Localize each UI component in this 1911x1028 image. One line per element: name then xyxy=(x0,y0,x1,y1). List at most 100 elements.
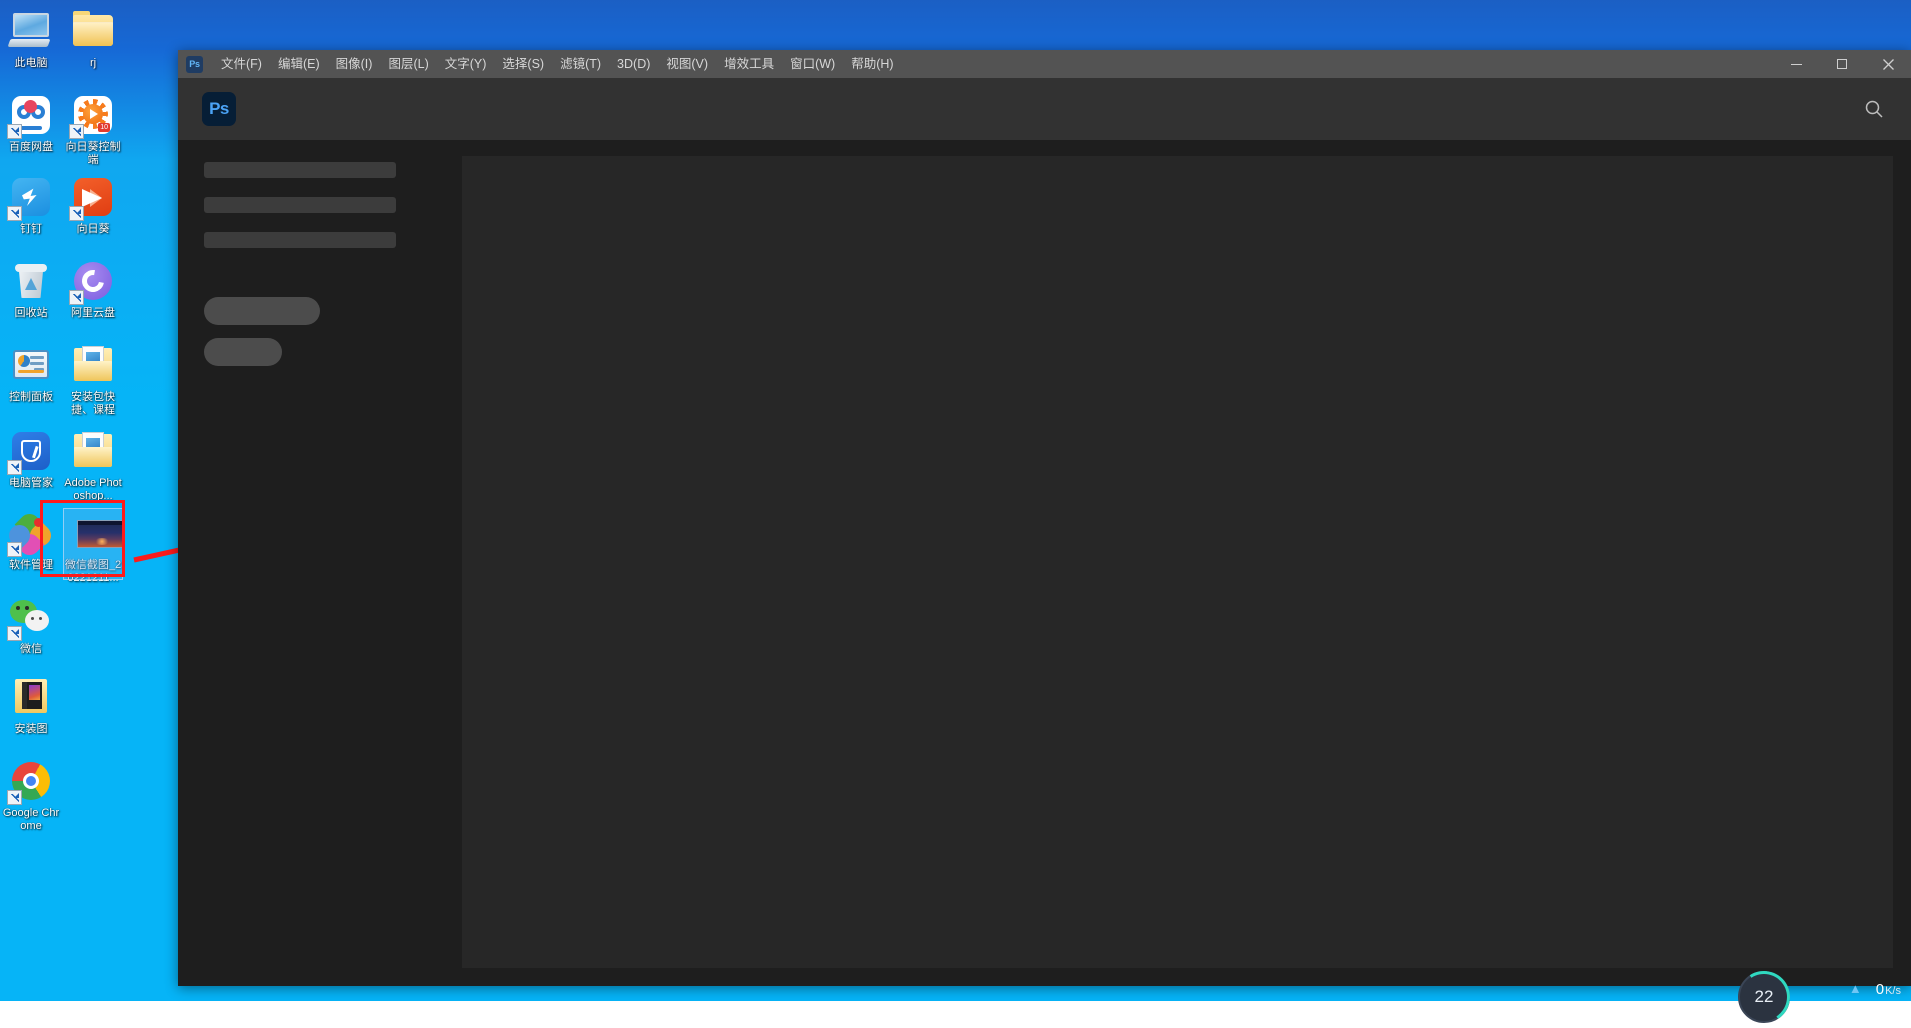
desktop-icon-wechat[interactable]: 微信 xyxy=(0,594,62,656)
baidu-netdisk-icon xyxy=(8,92,54,138)
desktop-icon-wechat-screenshot-file[interactable]: 微信截图_20221211... xyxy=(62,510,124,584)
home-screen-sidebar xyxy=(196,156,452,968)
desktop-icon-aliyun-drive[interactable]: 阿里云盘 xyxy=(62,258,124,320)
network-speed-indicator[interactable]: ▲ 0 K/s xyxy=(1849,981,1901,998)
app-header: Ps xyxy=(178,78,1911,140)
desktop-icon-label: rj xyxy=(62,57,124,70)
shortcut-overlay-icon xyxy=(7,626,22,641)
shortcut-overlay-icon xyxy=(7,206,22,221)
menu-3d[interactable]: 3D(D) xyxy=(609,50,658,78)
window-controls xyxy=(1773,50,1911,78)
desktop-icon-label: 向日葵控制端 xyxy=(62,141,124,166)
skeleton-spacer xyxy=(204,267,452,297)
window-body xyxy=(178,140,1911,986)
close-button[interactable] xyxy=(1865,50,1911,78)
desktop-icon-rj-folder[interactable]: rj xyxy=(62,8,124,70)
desktop-icon-install-images[interactable]: 安装图 xyxy=(0,674,62,736)
desktop-icon-pc-manager[interactable]: 电脑管家 xyxy=(0,428,62,490)
skeleton-pill xyxy=(204,338,282,366)
menu-window[interactable]: 窗口(W) xyxy=(782,50,843,78)
sunlogin-icon xyxy=(70,174,116,220)
desktop-icon-chrome[interactable]: Google Chrome xyxy=(0,758,62,832)
desktop-icon-sunlogin-control[interactable]: 10 向日葵控制端 xyxy=(62,92,124,166)
desktop-icon-sunlogin[interactable]: 向日葵 xyxy=(62,174,124,236)
desktop-icon-control-panel[interactable]: 控制面板 xyxy=(0,342,62,404)
menu-edit[interactable]: 编辑(E) xyxy=(270,50,328,78)
aliyun-drive-icon xyxy=(70,258,116,304)
desktop-icon-baidu-netdisk[interactable]: 百度网盘 xyxy=(0,92,62,154)
screenshot-thumbnail-icon xyxy=(70,510,116,556)
desktop-icon-label: 回收站 xyxy=(0,307,62,320)
desktop-icon-label: 安装图 xyxy=(0,723,62,736)
search-icon xyxy=(1864,99,1884,119)
this-pc-icon xyxy=(8,8,54,54)
photoshop-canvas[interactable] xyxy=(462,156,1893,968)
desktop-icon-label: 向日葵 xyxy=(62,223,124,236)
desktop-icon-recycle-bin[interactable]: 回收站 xyxy=(0,258,62,320)
minimize-button[interactable] xyxy=(1773,50,1819,78)
desktop-icon-label: 钉钉 xyxy=(0,223,62,236)
desktop-icon-label: 控制面板 xyxy=(0,391,62,404)
desktop-icon-adobe-photoshop-folder[interactable]: Adobe Photoshop... xyxy=(62,428,124,502)
network-gauge-widget[interactable]: 22 xyxy=(1738,971,1790,1023)
skeleton-bar xyxy=(204,232,396,248)
menu-help[interactable]: 帮助(H) xyxy=(843,50,901,78)
window-titlebar[interactable]: Ps 文件(F) 编辑(E) 图像(I) 图层(L) 文字(Y) 选择(S) 滤… xyxy=(178,50,1911,78)
menu-view[interactable]: 视图(V) xyxy=(658,50,716,78)
close-icon xyxy=(1883,59,1894,70)
menu-file[interactable]: 文件(F) xyxy=(213,50,270,78)
chrome-icon xyxy=(8,758,54,804)
software-manager-icon xyxy=(8,510,54,556)
desktop-icon-label: Google Chrome xyxy=(0,807,62,832)
desktop-icon-label: 电脑管家 xyxy=(0,477,62,490)
desktop-icon-label: 软件管理 xyxy=(0,559,62,572)
menu-bar: 文件(F) 编辑(E) 图像(I) 图层(L) 文字(Y) 选择(S) 滤镜(T… xyxy=(213,50,902,78)
dingtalk-icon xyxy=(8,174,54,220)
shortcut-overlay-icon xyxy=(7,542,22,557)
menu-layer[interactable]: 图层(L) xyxy=(380,50,436,78)
desktop-icon-install-package-folder[interactable]: 安装包快捷、课程 xyxy=(62,342,124,416)
desktop-icon-dingtalk[interactable]: 钉钉 xyxy=(0,174,62,236)
install-images-folder-icon xyxy=(8,674,54,720)
desktop-icon-label: 此电脑 xyxy=(0,57,62,70)
skeleton-pill xyxy=(204,297,320,325)
shortcut-overlay-icon xyxy=(69,206,84,221)
upload-arrow-icon: ▲ xyxy=(1849,981,1862,996)
doc-folder-icon xyxy=(70,428,116,474)
desktop-icon-label: Adobe Photoshop... xyxy=(62,477,124,502)
desktop-background[interactable]: 此电脑 百度网盘 钉钉 回收站 xyxy=(0,0,1911,1001)
network-speed-value: 0 xyxy=(1876,981,1884,998)
wechat-icon xyxy=(8,594,54,640)
network-speed-unit: K/s xyxy=(1885,985,1901,997)
desktop-icon-this-pc[interactable]: 此电脑 xyxy=(0,8,62,70)
photoshop-logo-icon: Ps xyxy=(202,92,236,126)
menu-plugins[interactable]: 增效工具 xyxy=(716,50,782,78)
desktop-icon-label: 百度网盘 xyxy=(0,141,62,154)
menu-image[interactable]: 图像(I) xyxy=(328,50,381,78)
skeleton-bar xyxy=(204,162,396,178)
maximize-icon xyxy=(1837,59,1847,69)
desktop-icon-label: 安装包快捷、课程 xyxy=(62,391,124,416)
menu-select[interactable]: 选择(S) xyxy=(494,50,552,78)
menu-filter[interactable]: 滤镜(T) xyxy=(552,50,609,78)
menu-type[interactable]: 文字(Y) xyxy=(437,50,495,78)
doc-folder-icon xyxy=(70,342,116,388)
sunlogin-control-icon: 10 xyxy=(70,92,116,138)
search-button[interactable] xyxy=(1861,96,1887,122)
desktop-icon-software-manager[interactable]: 软件管理 xyxy=(0,510,62,572)
shortcut-overlay-icon xyxy=(7,124,22,139)
shortcut-overlay-icon xyxy=(69,124,84,139)
shortcut-overlay-icon xyxy=(7,460,22,475)
minimize-icon xyxy=(1791,64,1802,65)
control-panel-icon xyxy=(8,342,54,388)
maximize-button[interactable] xyxy=(1819,50,1865,78)
photoshop-titlebar-logo-icon: Ps xyxy=(186,56,203,73)
shortcut-overlay-icon xyxy=(69,290,84,305)
skeleton-bar xyxy=(204,197,396,213)
shortcut-overlay-icon xyxy=(7,790,22,805)
photoshop-window[interactable]: Ps 文件(F) 编辑(E) 图像(I) 图层(L) 文字(Y) 选择(S) 滤… xyxy=(178,50,1911,986)
recycle-bin-icon xyxy=(8,258,54,304)
pc-manager-icon xyxy=(8,428,54,474)
desktop-icon-label: 微信 xyxy=(0,643,62,656)
folder-icon xyxy=(70,8,116,54)
